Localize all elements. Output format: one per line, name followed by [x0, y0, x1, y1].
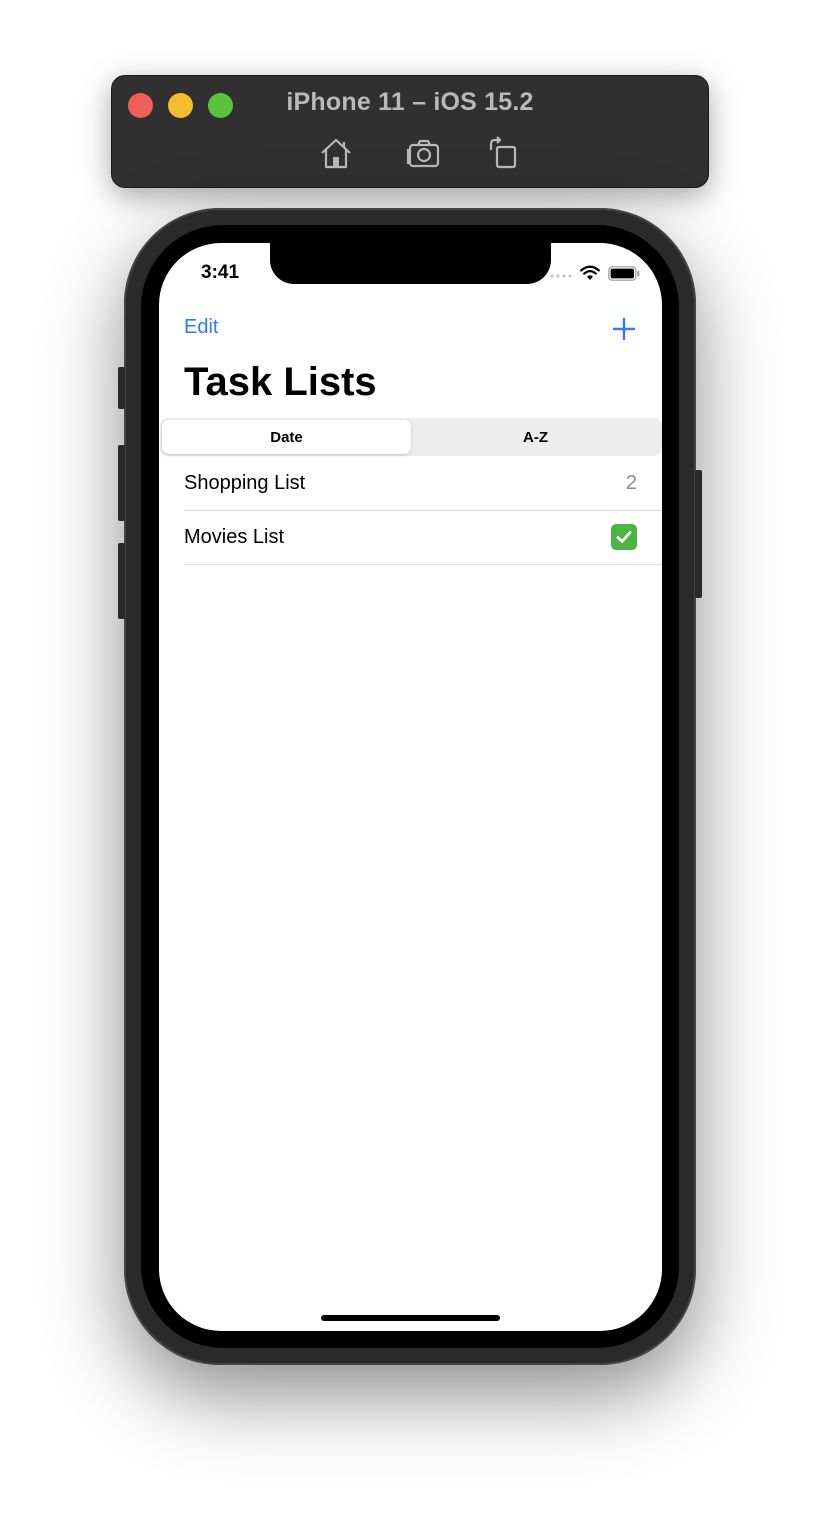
home-indicator[interactable]: [321, 1315, 500, 1321]
silent-switch: [118, 367, 125, 409]
notch: [270, 243, 551, 284]
volume-up-button: [118, 445, 125, 521]
home-icon[interactable]: [318, 136, 354, 170]
app-screen: 3:41 Edit Task Lists Date A-Z Shopping L…: [159, 243, 662, 1331]
page-title: Task Lists: [184, 360, 377, 404]
list-item-shopping-list[interactable]: Shopping List 2: [184, 457, 662, 511]
rotate-icon[interactable]: [486, 136, 522, 170]
window-title: iPhone 11 – iOS 15.2: [286, 88, 534, 116]
status-time: 3:41: [201, 262, 240, 283]
status-icons: [550, 265, 640, 281]
list-item-movies-list[interactable]: Movies List: [184, 511, 662, 565]
check-mark-icon: [611, 524, 637, 550]
list-item-name: Shopping List: [184, 472, 306, 494]
sort-segmented-control: Date A-Z: [160, 418, 662, 456]
wifi-icon: [580, 265, 600, 280]
simulator-titlebar: iPhone 11 – iOS 15.2: [111, 75, 709, 188]
edit-button[interactable]: Edit: [184, 316, 218, 339]
volume-down-button: [118, 543, 125, 619]
power-button: [695, 470, 702, 598]
plus-icon[interactable]: [612, 317, 636, 341]
list-item-name: Movies List: [184, 526, 285, 548]
signal-icon: [550, 274, 572, 278]
screenshot-icon[interactable]: [406, 136, 442, 170]
segment-a-z[interactable]: A-Z: [411, 420, 660, 454]
segment-date[interactable]: Date: [162, 420, 411, 454]
battery-icon: [608, 265, 640, 281]
list-item-count: 2: [625, 472, 637, 494]
task-lists: Shopping List 2 Movies List: [159, 457, 662, 565]
